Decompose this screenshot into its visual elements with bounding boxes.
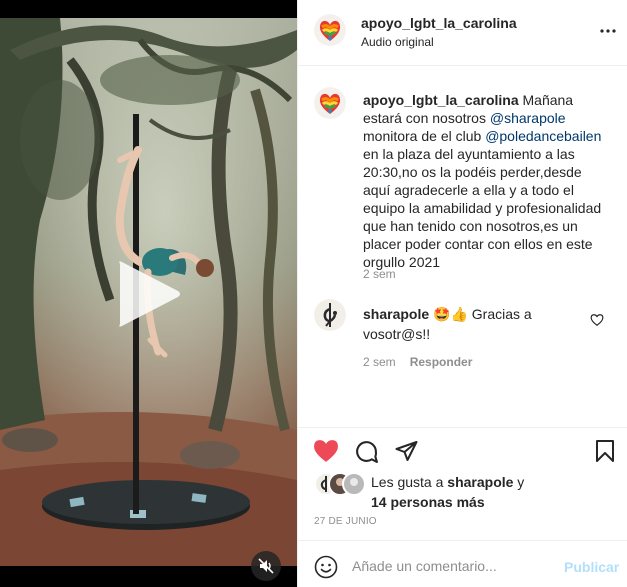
account-avatar[interactable] [314,14,346,46]
post-panel: apoyo_lgbt_la_carolina Audio original ap… [297,0,627,587]
emoji-button[interactable] [314,555,338,579]
mention-sharapole[interactable]: @sharapole [490,110,566,126]
liker-avatars[interactable] [314,472,366,496]
caption-text-2: monitora de el club [363,128,486,144]
comments-section: apoyo_lgbt_la_carolina Mañana estará con… [298,67,627,427]
more-options-icon [600,29,616,33]
share-button[interactable] [394,439,419,466]
save-button[interactable] [594,439,616,466]
comment-meta: 2 sem Responder [363,355,472,369]
likes-summary: Les gusta a sharapole y 14 personas más [371,472,611,512]
pole-dancer-logo [314,299,346,331]
bookmark-icon [596,440,614,462]
caption-username[interactable]: apoyo_lgbt_la_carolina [363,92,519,108]
comment-bubble-icon [356,441,378,463]
post-header: apoyo_lgbt_la_carolina Audio original [298,0,627,66]
audio-label[interactable]: Audio original [361,35,434,49]
likes-others-link[interactable]: 14 personas más [371,494,485,510]
caption-timestamp[interactable]: 2 sem [363,267,396,281]
likes-conjunction: y [513,474,525,490]
muted-speaker-icon [258,558,274,574]
smiley-icon [314,555,338,579]
comment-like-button[interactable] [590,313,604,327]
likes-first-user[interactable]: sharapole [447,474,513,490]
paper-plane-icon [395,441,418,461]
post-caption: apoyo_lgbt_la_carolina Mañana estará con… [363,91,603,271]
play-icon [119,261,180,327]
comment-timestamp[interactable]: 2 sem [363,355,396,369]
actions-divider [298,427,627,428]
account-username[interactable]: apoyo_lgbt_la_carolina [361,15,517,31]
likes-prefix: Les gusta a [371,474,448,490]
comment-input[interactable] [352,558,552,574]
more-options-button[interactable] [598,22,618,40]
like-button[interactable] [313,439,339,466]
comment-box-divider [298,540,627,541]
reply-button[interactable]: Responder [410,355,473,369]
post-date[interactable]: 27 DE JUNIO [314,516,377,527]
pride-heart-logo [314,87,346,119]
caption-text-3: en la plaza del ayuntamiento a las 20:30… [363,146,602,270]
publish-button[interactable]: Publicar [564,559,619,575]
pride-heart-logo [314,14,346,46]
post-video[interactable] [0,0,297,587]
heart-filled-icon [314,440,338,462]
heart-outline-icon [590,314,604,326]
play-button[interactable] [112,258,182,330]
caption-avatar[interactable] [314,87,346,119]
comment-body: sharapole 🤩👍 Gracias a vosotr@s!! [363,304,588,344]
comment-username[interactable]: sharapole [363,306,429,322]
commenter-avatar[interactable] [314,299,346,331]
comment-button[interactable] [354,439,379,467]
mute-button[interactable] [251,551,281,581]
mention-poledancebailen[interactable]: @poledancebailen [485,128,601,144]
liker-avatar-stack [314,472,366,496]
